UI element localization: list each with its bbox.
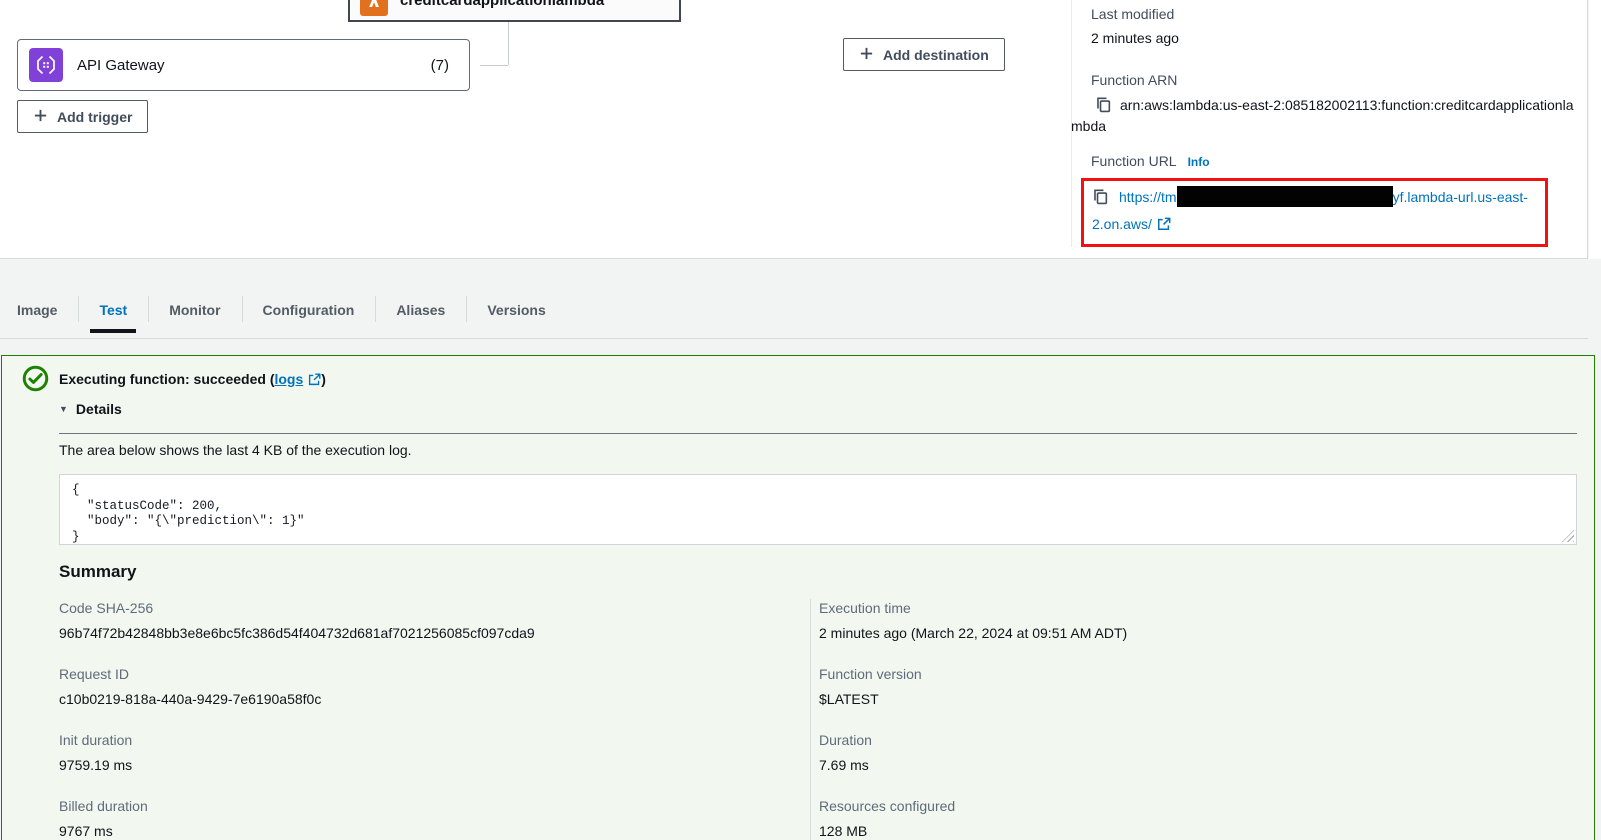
lambda-function-name: creditcardapplicationlambda (400, 0, 604, 9)
last-modified-value: 2 minutes ago (1091, 29, 1578, 47)
caret-down-icon: ▼ (59, 404, 68, 414)
function-arn-text: arn:aws:lambda:us-east-2:085182002113:fu… (1071, 97, 1573, 134)
tab-monitor[interactable]: Monitor (148, 282, 241, 338)
function-tabs: Image Test Monitor Configuration Aliases… (0, 282, 1588, 339)
function-url-highlight-box: https://tm yf.lambda-url.us-east- 2.on.aws… (1081, 178, 1548, 247)
add-trigger-label: Add trigger (57, 109, 132, 125)
copy-icon[interactable] (1092, 188, 1109, 205)
function-url-label: Function URL (1091, 152, 1177, 170)
tab-aliases[interactable]: Aliases (375, 282, 466, 338)
summary-field-function-version: Function version $LATEST (819, 665, 1577, 708)
info-link[interactable]: Info (1188, 155, 1210, 169)
summary-field-billed-duration: Billed duration 9767 ms (59, 797, 810, 840)
function-arn-label: Function ARN (1091, 71, 1578, 89)
log-hint-text: The area below shows the last 4 KB of th… (59, 440, 1577, 460)
last-modified-label: Last modified (1091, 5, 1578, 23)
function-overview-panel: λ creditcardapplicationlambda API Gatewa… (0, 0, 1588, 259)
function-arn-value: arn:aws:lambda:us-east-2:085182002113:fu… (1071, 95, 1579, 137)
execution-log-text: { "statusCode": 200, "body": "{\"predict… (72, 483, 1564, 545)
success-check-icon (22, 365, 49, 392)
lambda-function-node[interactable]: λ creditcardapplicationlambda (348, 0, 681, 22)
add-destination-button[interactable]: Add destination (843, 38, 1005, 71)
function-url-link[interactable]: https://tm yf.lambda-url.us-east- 2.on.aws… (1092, 189, 1528, 232)
function-url-prefix: https://tm (1119, 189, 1177, 205)
summary-title: Summary (59, 562, 1577, 582)
summary-field-code-sha: Code SHA-256 96b74f72b42848bb3e8e6bc5fc3… (59, 599, 810, 642)
summary-field-duration: Duration 7.69 ms (819, 731, 1577, 774)
panel-right-margin (1589, 0, 1601, 259)
function-url-line2: 2.on.aws/ (1092, 216, 1152, 232)
node-connector-vertical (508, 22, 509, 65)
node-connector-horizontal (480, 65, 508, 66)
summary-field-init-duration: Init duration 9759.19 ms (59, 731, 810, 774)
external-link-icon (308, 373, 321, 386)
external-link-icon (1157, 217, 1171, 231)
summary-right-column: Execution time 2 minutes ago (March 22, … (810, 599, 1577, 840)
tab-configuration[interactable]: Configuration (242, 282, 376, 338)
tab-test[interactable]: Test (78, 282, 148, 338)
trigger-node-label: API Gateway (77, 57, 417, 74)
test-success-banner: Executing function: succeeded (logs) ▼ D… (1, 355, 1595, 840)
summary-section: Code SHA-256 96b74f72b42848bb3e8e6bc5fc3… (59, 599, 1577, 840)
api-gateway-icon (29, 48, 63, 82)
execution-log-box[interactable]: { "statusCode": 200, "body": "{\"predict… (59, 474, 1577, 545)
lambda-icon: λ (360, 0, 388, 16)
summary-field-execution-time: Execution time 2 minutes ago (March 22, … (819, 599, 1577, 642)
redaction-bar (1177, 186, 1393, 207)
trigger-count-badge: (7) (431, 57, 449, 74)
summary-field-request-id: Request ID c10b0219-818a-440a-9429-7e619… (59, 665, 810, 708)
summary-left-column: Code SHA-256 96b74f72b42848bb3e8e6bc5fc3… (59, 599, 810, 840)
add-trigger-button[interactable]: Add trigger (17, 100, 148, 133)
copy-icon[interactable] (1095, 96, 1112, 113)
function-url-line1-end: yf.lambda-url.us-east- (1393, 189, 1528, 205)
add-destination-label: Add destination (883, 47, 989, 63)
plus-icon (33, 108, 48, 126)
tab-image[interactable]: Image (17, 282, 78, 338)
api-gateway-trigger-node[interactable]: API Gateway (7) (17, 39, 470, 91)
details-label: Details (76, 401, 122, 417)
tab-versions[interactable]: Versions (466, 282, 566, 338)
plus-icon (859, 46, 874, 64)
function-details-column: Last modified 2 minutes ago Function ARN… (1071, 0, 1588, 247)
details-divider (59, 433, 1577, 434)
logs-link[interactable]: logs (274, 371, 303, 387)
details-toggle[interactable]: ▼ Details (59, 401, 149, 417)
summary-field-resources-configured: Resources configured 128 MB (819, 797, 1577, 840)
execution-status-text: Executing function: succeeded (logs) (59, 356, 1577, 389)
